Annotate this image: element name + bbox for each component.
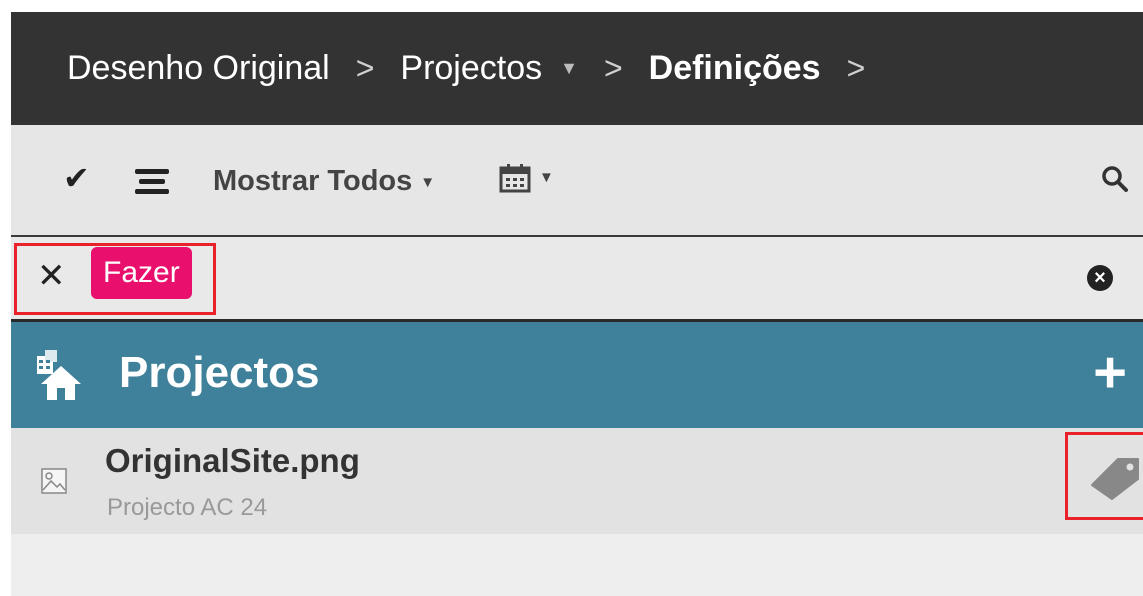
breadcrumb-label: Projectos <box>400 49 543 87</box>
list-icon[interactable] <box>135 169 169 199</box>
breadcrumb-item-projectos[interactable]: Projectos ▼ <box>400 49 578 88</box>
file-project: Projecto AC 24 <box>107 494 268 521</box>
breadcrumb-item-desenho-original[interactable]: Desenho Original <box>67 49 330 88</box>
image-file-icon <box>41 468 67 494</box>
toolbar: ✔ Mostrar Todos ▼ ▼ <box>11 125 1143 237</box>
tag-chip-fazer[interactable]: Fazer <box>91 247 192 299</box>
tag-icon[interactable] <box>1090 455 1142 501</box>
show-all-dropdown[interactable]: Mostrar Todos ▼ <box>213 165 435 198</box>
breadcrumb-separator: > <box>603 50 623 86</box>
breadcrumb-label: Definições <box>648 49 821 87</box>
breadcrumb-label: Desenho Original <box>67 49 330 87</box>
app-frame: Desenho Original > Projectos ▼ > Definiç… <box>11 12 1143 596</box>
section-title: Projectos <box>119 348 320 397</box>
list-item[interactable]: OriginalSite.png Projecto AC 24 <box>11 428 1143 534</box>
tag-filter-bar: ✕ Fazer × <box>11 237 1143 322</box>
chevron-down-icon[interactable]: ▼ <box>539 169 554 186</box>
checkmark-icon[interactable]: ✔ <box>63 159 90 197</box>
search-icon[interactable] <box>1101 165 1129 193</box>
breadcrumb-separator: > <box>846 50 866 86</box>
file-name[interactable]: OriginalSite.png <box>105 442 360 480</box>
projects-section-header: Projectos + <box>11 322 1143 428</box>
calendar-icon[interactable] <box>499 163 531 193</box>
projects-house-icon <box>37 350 81 400</box>
clear-circle-icon[interactable]: × <box>1087 265 1113 291</box>
breadcrumb-item-definicoes[interactable]: Definições <box>649 49 821 88</box>
breadcrumb-separator: > <box>355 50 375 86</box>
show-all-label: Mostrar Todos <box>213 165 413 197</box>
close-icon[interactable]: ✕ <box>37 259 66 293</box>
chevron-down-icon: ▼ <box>420 173 436 191</box>
tag-button[interactable] <box>1065 432 1143 520</box>
breadcrumb: Desenho Original > Projectos ▼ > Definiç… <box>11 12 1143 125</box>
chevron-down-icon[interactable]: ▼ <box>560 58 578 79</box>
plus-icon[interactable]: + <box>1093 344 1127 402</box>
